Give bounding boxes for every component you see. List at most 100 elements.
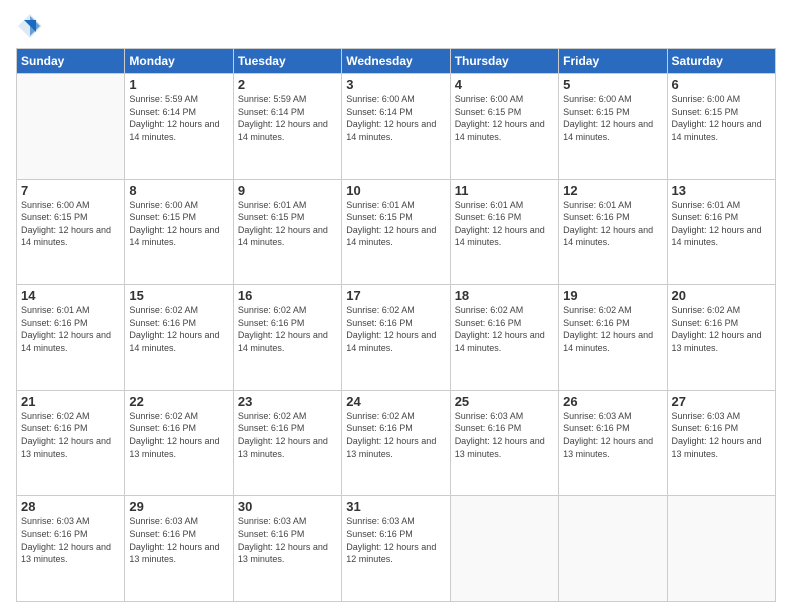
calendar-cell: 24Sunrise: 6:02 AMSunset: 6:16 PMDayligh… <box>342 390 450 496</box>
calendar-cell <box>450 496 558 602</box>
day-info: Sunrise: 5:59 AMSunset: 6:14 PMDaylight:… <box>129 93 228 143</box>
calendar-cell: 18Sunrise: 6:02 AMSunset: 6:16 PMDayligh… <box>450 285 558 391</box>
week-row-4: 21Sunrise: 6:02 AMSunset: 6:16 PMDayligh… <box>17 390 776 496</box>
day-number: 12 <box>563 183 662 198</box>
calendar-cell: 1Sunrise: 5:59 AMSunset: 6:14 PMDaylight… <box>125 74 233 180</box>
calendar-cell: 13Sunrise: 6:01 AMSunset: 6:16 PMDayligh… <box>667 179 775 285</box>
day-info: Sunrise: 6:03 AMSunset: 6:16 PMDaylight:… <box>238 515 337 565</box>
calendar-cell <box>667 496 775 602</box>
day-number: 2 <box>238 77 337 92</box>
calendar-cell: 27Sunrise: 6:03 AMSunset: 6:16 PMDayligh… <box>667 390 775 496</box>
day-number: 1 <box>129 77 228 92</box>
day-info: Sunrise: 6:02 AMSunset: 6:16 PMDaylight:… <box>21 410 120 460</box>
week-row-1: 1Sunrise: 5:59 AMSunset: 6:14 PMDaylight… <box>17 74 776 180</box>
day-number: 22 <box>129 394 228 409</box>
weekday-header-thursday: Thursday <box>450 49 558 74</box>
calendar-cell: 26Sunrise: 6:03 AMSunset: 6:16 PMDayligh… <box>559 390 667 496</box>
calendar-cell: 5Sunrise: 6:00 AMSunset: 6:15 PMDaylight… <box>559 74 667 180</box>
day-info: Sunrise: 6:02 AMSunset: 6:16 PMDaylight:… <box>563 304 662 354</box>
day-info: Sunrise: 5:59 AMSunset: 6:14 PMDaylight:… <box>238 93 337 143</box>
calendar-cell: 19Sunrise: 6:02 AMSunset: 6:16 PMDayligh… <box>559 285 667 391</box>
day-info: Sunrise: 6:01 AMSunset: 6:16 PMDaylight:… <box>21 304 120 354</box>
day-number: 19 <box>563 288 662 303</box>
day-number: 16 <box>238 288 337 303</box>
day-info: Sunrise: 6:00 AMSunset: 6:15 PMDaylight:… <box>563 93 662 143</box>
day-number: 8 <box>129 183 228 198</box>
day-number: 9 <box>238 183 337 198</box>
calendar-cell: 3Sunrise: 6:00 AMSunset: 6:14 PMDaylight… <box>342 74 450 180</box>
weekday-header-friday: Friday <box>559 49 667 74</box>
calendar-cell: 10Sunrise: 6:01 AMSunset: 6:15 PMDayligh… <box>342 179 450 285</box>
day-info: Sunrise: 6:01 AMSunset: 6:16 PMDaylight:… <box>563 199 662 249</box>
logo <box>16 12 48 40</box>
day-info: Sunrise: 6:02 AMSunset: 6:16 PMDaylight:… <box>346 410 445 460</box>
calendar-cell: 22Sunrise: 6:02 AMSunset: 6:16 PMDayligh… <box>125 390 233 496</box>
day-info: Sunrise: 6:02 AMSunset: 6:16 PMDaylight:… <box>129 304 228 354</box>
calendar-cell: 4Sunrise: 6:00 AMSunset: 6:15 PMDaylight… <box>450 74 558 180</box>
day-info: Sunrise: 6:01 AMSunset: 6:16 PMDaylight:… <box>672 199 771 249</box>
day-number: 17 <box>346 288 445 303</box>
week-row-5: 28Sunrise: 6:03 AMSunset: 6:16 PMDayligh… <box>17 496 776 602</box>
weekday-header-monday: Monday <box>125 49 233 74</box>
day-info: Sunrise: 6:03 AMSunset: 6:16 PMDaylight:… <box>455 410 554 460</box>
calendar-cell: 31Sunrise: 6:03 AMSunset: 6:16 PMDayligh… <box>342 496 450 602</box>
day-info: Sunrise: 6:00 AMSunset: 6:15 PMDaylight:… <box>672 93 771 143</box>
calendar-cell: 20Sunrise: 6:02 AMSunset: 6:16 PMDayligh… <box>667 285 775 391</box>
day-number: 5 <box>563 77 662 92</box>
calendar-cell <box>559 496 667 602</box>
calendar-cell: 8Sunrise: 6:00 AMSunset: 6:15 PMDaylight… <box>125 179 233 285</box>
day-number: 3 <box>346 77 445 92</box>
day-info: Sunrise: 6:02 AMSunset: 6:16 PMDaylight:… <box>238 410 337 460</box>
day-number: 18 <box>455 288 554 303</box>
day-info: Sunrise: 6:02 AMSunset: 6:16 PMDaylight:… <box>346 304 445 354</box>
header <box>16 12 776 40</box>
day-info: Sunrise: 6:01 AMSunset: 6:15 PMDaylight:… <box>238 199 337 249</box>
day-number: 7 <box>21 183 120 198</box>
weekday-header-saturday: Saturday <box>667 49 775 74</box>
weekday-header-row: SundayMondayTuesdayWednesdayThursdayFrid… <box>17 49 776 74</box>
day-number: 20 <box>672 288 771 303</box>
day-info: Sunrise: 6:02 AMSunset: 6:16 PMDaylight:… <box>672 304 771 354</box>
day-info: Sunrise: 6:01 AMSunset: 6:16 PMDaylight:… <box>455 199 554 249</box>
calendar-cell: 15Sunrise: 6:02 AMSunset: 6:16 PMDayligh… <box>125 285 233 391</box>
calendar-cell: 6Sunrise: 6:00 AMSunset: 6:15 PMDaylight… <box>667 74 775 180</box>
day-info: Sunrise: 6:00 AMSunset: 6:15 PMDaylight:… <box>455 93 554 143</box>
day-number: 30 <box>238 499 337 514</box>
day-number: 4 <box>455 77 554 92</box>
day-number: 29 <box>129 499 228 514</box>
calendar-cell: 17Sunrise: 6:02 AMSunset: 6:16 PMDayligh… <box>342 285 450 391</box>
day-number: 13 <box>672 183 771 198</box>
day-info: Sunrise: 6:01 AMSunset: 6:15 PMDaylight:… <box>346 199 445 249</box>
calendar-cell: 28Sunrise: 6:03 AMSunset: 6:16 PMDayligh… <box>17 496 125 602</box>
day-number: 11 <box>455 183 554 198</box>
day-info: Sunrise: 6:03 AMSunset: 6:16 PMDaylight:… <box>672 410 771 460</box>
calendar-cell <box>17 74 125 180</box>
day-info: Sunrise: 6:00 AMSunset: 6:15 PMDaylight:… <box>129 199 228 249</box>
calendar-cell: 29Sunrise: 6:03 AMSunset: 6:16 PMDayligh… <box>125 496 233 602</box>
calendar-cell: 11Sunrise: 6:01 AMSunset: 6:16 PMDayligh… <box>450 179 558 285</box>
calendar-cell: 21Sunrise: 6:02 AMSunset: 6:16 PMDayligh… <box>17 390 125 496</box>
calendar-cell: 30Sunrise: 6:03 AMSunset: 6:16 PMDayligh… <box>233 496 341 602</box>
day-info: Sunrise: 6:03 AMSunset: 6:16 PMDaylight:… <box>129 515 228 565</box>
calendar-cell: 9Sunrise: 6:01 AMSunset: 6:15 PMDaylight… <box>233 179 341 285</box>
day-number: 24 <box>346 394 445 409</box>
day-number: 21 <box>21 394 120 409</box>
day-info: Sunrise: 6:02 AMSunset: 6:16 PMDaylight:… <box>455 304 554 354</box>
day-info: Sunrise: 6:02 AMSunset: 6:16 PMDaylight:… <box>238 304 337 354</box>
day-number: 23 <box>238 394 337 409</box>
day-number: 25 <box>455 394 554 409</box>
week-row-3: 14Sunrise: 6:01 AMSunset: 6:16 PMDayligh… <box>17 285 776 391</box>
day-number: 27 <box>672 394 771 409</box>
calendar-cell: 12Sunrise: 6:01 AMSunset: 6:16 PMDayligh… <box>559 179 667 285</box>
calendar-cell: 16Sunrise: 6:02 AMSunset: 6:16 PMDayligh… <box>233 285 341 391</box>
day-number: 6 <box>672 77 771 92</box>
calendar-cell: 2Sunrise: 5:59 AMSunset: 6:14 PMDaylight… <box>233 74 341 180</box>
weekday-header-tuesday: Tuesday <box>233 49 341 74</box>
weekday-header-sunday: Sunday <box>17 49 125 74</box>
day-number: 15 <box>129 288 228 303</box>
weekday-header-wednesday: Wednesday <box>342 49 450 74</box>
calendar-cell: 25Sunrise: 6:03 AMSunset: 6:16 PMDayligh… <box>450 390 558 496</box>
calendar-cell: 23Sunrise: 6:02 AMSunset: 6:16 PMDayligh… <box>233 390 341 496</box>
day-number: 14 <box>21 288 120 303</box>
calendar-page: SundayMondayTuesdayWednesdayThursdayFrid… <box>0 0 792 612</box>
